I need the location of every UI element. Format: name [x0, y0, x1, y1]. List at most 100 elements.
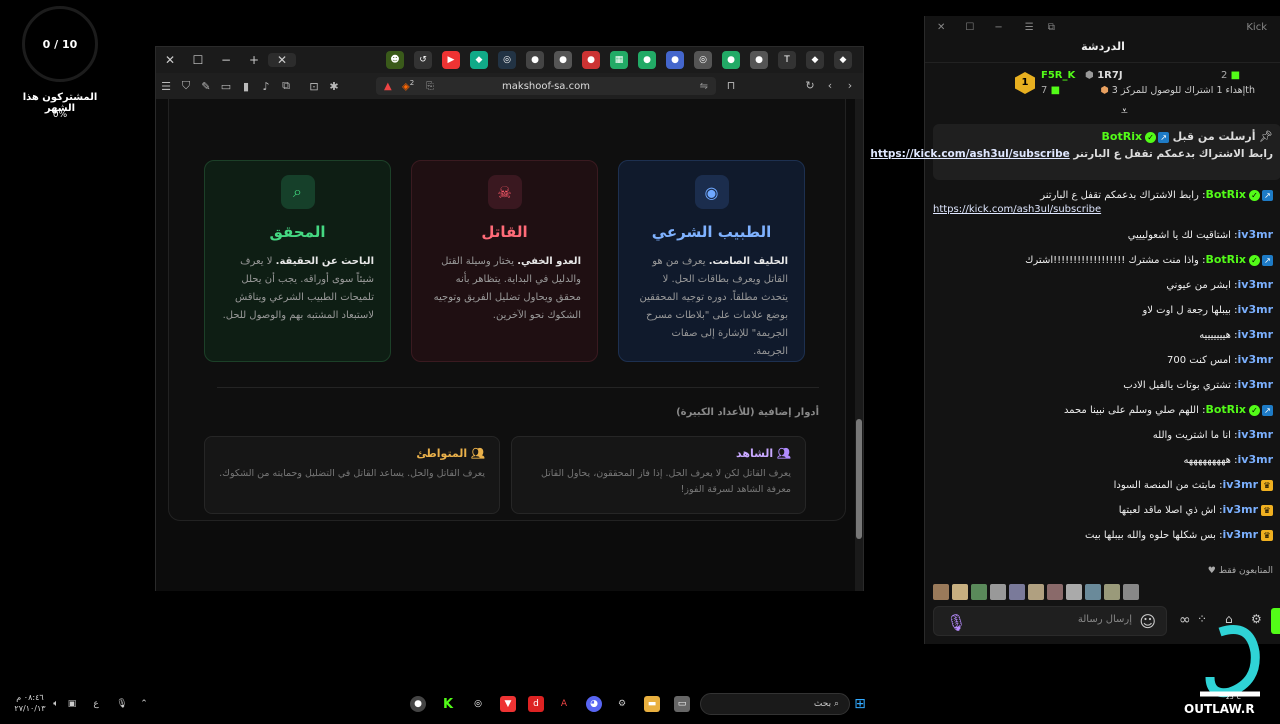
tab-favicon[interactable]: ◆	[470, 51, 488, 69]
collapse-pinned-icon[interactable]: ⩡	[1121, 104, 1128, 119]
music-icon[interactable]: ♪	[256, 80, 276, 93]
tab-favicon[interactable]: T	[778, 51, 796, 69]
brave-shield-icon[interactable]: ◈2	[402, 79, 414, 92]
back-icon[interactable]: ‹	[820, 79, 840, 92]
emoji-icon[interactable]: ☺	[1139, 612, 1156, 631]
extensions-icon[interactable]: ⧉	[1048, 22, 1055, 33]
new-tab-icon[interactable]: +	[240, 53, 268, 67]
chat-username[interactable]: iv3mr	[1238, 428, 1273, 441]
tab-favicon[interactable]: ●	[666, 51, 684, 69]
tab-favicon[interactable]: ◎	[694, 51, 712, 69]
scrollbar[interactable]	[855, 99, 863, 591]
maximize-icon[interactable]: ☐	[965, 22, 974, 33]
tab-favicon[interactable]: ●	[554, 51, 572, 69]
start-icon[interactable]: ⊞	[852, 696, 868, 712]
tab-active-close-icon[interactable]: ✕	[268, 53, 296, 67]
tab-favicon[interactable]: ◎	[498, 51, 516, 69]
task-view-icon[interactable]: ▭	[674, 696, 690, 712]
viewer-avatar[interactable]	[952, 584, 968, 600]
sub-goal-ring: 0 / 10	[22, 6, 98, 82]
share-icon[interactable]: ⇋	[700, 81, 708, 92]
chat-username[interactable]: iv3mr	[1223, 503, 1258, 516]
shield-icon[interactable]: ⛉	[176, 79, 196, 93]
pin-icon[interactable]: ✎	[196, 80, 216, 93]
tab-favicon[interactable]: ●	[638, 51, 656, 69]
clock[interactable]: ٠٨:٤٦ م ٢٧/١٠/١٣	[10, 692, 50, 714]
chat-link[interactable]: https://kick.com/ash3ul/subscribe	[933, 204, 1101, 215]
chat-username[interactable]: BotRix	[1205, 403, 1246, 416]
chat-username[interactable]: BotRix	[1205, 253, 1246, 266]
scrollbar-thumb[interactable]	[856, 419, 862, 539]
screenshot-icon[interactable]: ⊡	[304, 80, 324, 93]
chevron-up-icon[interactable]: ⌃	[136, 696, 152, 712]
viewer-avatar[interactable]	[1066, 584, 1082, 600]
chat-username[interactable]: iv3mr	[1238, 353, 1273, 366]
tab-favicon[interactable]: ☻	[386, 51, 404, 69]
language-indicator[interactable]: ع	[88, 696, 104, 712]
close-window-icon[interactable]: ✕	[156, 53, 184, 67]
tab-favicon[interactable]: ●	[526, 51, 544, 69]
chat-username[interactable]: iv3mr	[1238, 303, 1273, 316]
viewer-avatar[interactable]	[990, 584, 1006, 600]
pinned-link[interactable]: https://kick.com/ash3ul/subscribe	[870, 148, 1069, 160]
reload-icon[interactable]: ↻	[800, 79, 820, 92]
kick-icon[interactable]: K	[440, 696, 456, 712]
minimize-icon[interactable]: −	[212, 53, 240, 67]
menu-icon[interactable]: ☰	[1025, 22, 1034, 33]
steam-icon[interactable]: ⚙	[614, 696, 630, 712]
app-icon[interactable]: ◎	[470, 696, 486, 712]
network-icon[interactable]: ▣	[64, 696, 80, 712]
brave-icon[interactable]: ▼	[500, 696, 516, 712]
reader-icon[interactable]: ⎘	[426, 81, 434, 92]
chat-username[interactable]: iv3mr	[1238, 453, 1273, 466]
rewards-icon[interactable]: ▲	[384, 81, 392, 92]
mic-icon[interactable]: 🎙︎	[946, 613, 966, 632]
tab-favicon[interactable]: ●	[750, 51, 768, 69]
address-bar[interactable]: ▲ ◈2 ⎘ makshoof-sa.com ⇋	[376, 77, 716, 95]
app-icon[interactable]: d	[528, 696, 544, 712]
volume-icon[interactable]: 🔈︎	[48, 696, 64, 712]
viewer-avatar[interactable]	[971, 584, 987, 600]
chat-username[interactable]: iv3mr	[1223, 478, 1258, 491]
sidebar-icon[interactable]: ▮	[236, 80, 256, 93]
obs-icon[interactable]: ●	[410, 696, 426, 712]
viewer-avatar[interactable]	[1028, 584, 1044, 600]
chat-username[interactable]: iv3mr	[1238, 278, 1273, 291]
tab-favicon[interactable]: ●	[722, 51, 740, 69]
viewer-avatar[interactable]	[933, 584, 949, 600]
chat-username[interactable]: iv3mr	[1238, 328, 1273, 341]
bookmark-icon[interactable]: ⊓	[721, 79, 741, 92]
chat-username[interactable]: BotRix	[1205, 188, 1246, 201]
discord-icon[interactable]: ◕	[586, 696, 602, 712]
minimize-icon[interactable]: −	[994, 22, 1002, 33]
extensions-icon[interactable]: ⧉	[276, 79, 296, 93]
leader-name[interactable]: ⬢ 1R7J	[1085, 70, 1123, 81]
wallet-icon[interactable]: ▭	[216, 80, 236, 93]
tab-favicon[interactable]: ●	[582, 51, 600, 69]
tab-sheets-icon[interactable]: ▦	[610, 51, 628, 69]
tab-favicon[interactable]: ◆	[806, 51, 824, 69]
menu-icon[interactable]: ☰	[156, 80, 176, 93]
leader-name[interactable]: F5R_K	[1041, 70, 1075, 81]
viewer-avatar[interactable]	[1009, 584, 1025, 600]
viewer-avatar[interactable]	[1085, 584, 1101, 600]
chat-username[interactable]: iv3mr	[1238, 228, 1273, 241]
maximize-icon[interactable]: ☐	[184, 53, 212, 67]
viewer-avatar[interactable]	[1123, 584, 1139, 600]
chat-username[interactable]: iv3mr	[1238, 378, 1273, 391]
forward-icon[interactable]: ›	[840, 79, 860, 92]
chat-input[interactable]: 🎙︎ إرسال رسالة ☺	[933, 606, 1167, 636]
tab-youtube-icon[interactable]: ▶	[442, 51, 460, 69]
viewer-avatar[interactable]	[1047, 584, 1063, 600]
pinned-username[interactable]: BotRix	[1102, 130, 1143, 143]
mic-icon[interactable]: 🎙︎	[114, 696, 130, 712]
tab-favicon[interactable]: ◆	[834, 51, 852, 69]
folder-icon[interactable]: ▬	[644, 696, 660, 712]
close-icon[interactable]: ✕	[937, 22, 945, 33]
adobe-icon[interactable]: A	[556, 696, 572, 712]
viewer-avatar[interactable]	[1104, 584, 1120, 600]
puzzle-icon[interactable]: ✱	[324, 80, 344, 93]
chat-username[interactable]: iv3mr	[1223, 528, 1258, 541]
taskbar-search[interactable]: بحث ⌕	[700, 693, 850, 715]
tab-history-icon[interactable]: ↺	[414, 51, 432, 69]
